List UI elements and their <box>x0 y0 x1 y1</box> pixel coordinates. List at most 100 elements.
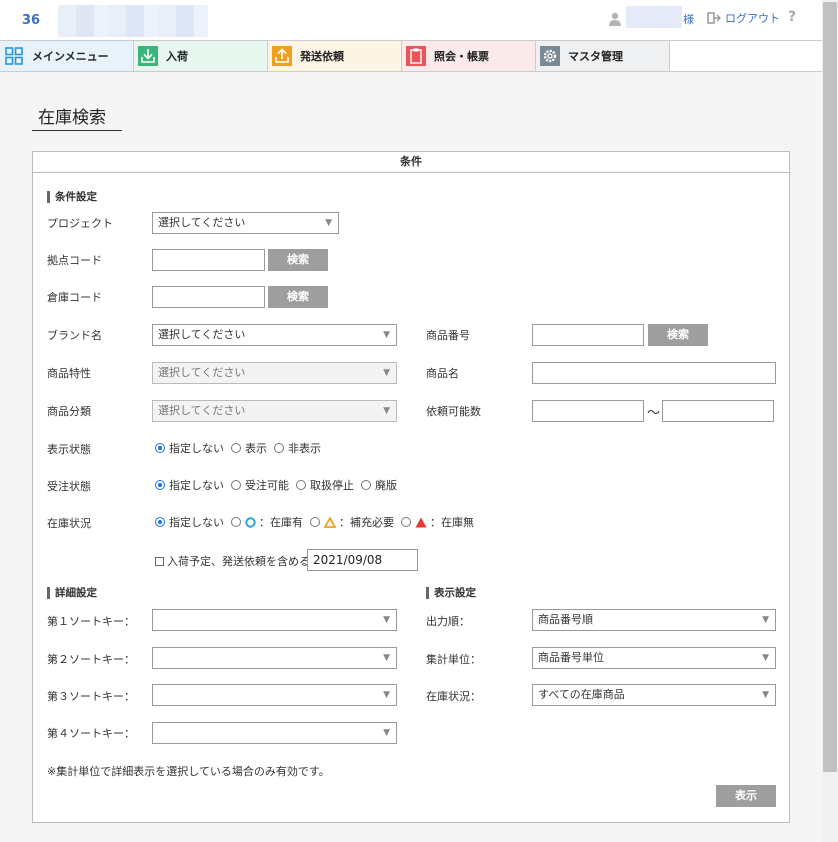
sort4-select[interactable]: ▼ <box>152 722 397 744</box>
request-qty-to-input[interactable] <box>662 400 774 422</box>
radio-dot <box>155 480 165 490</box>
user-name-redacted <box>626 6 682 28</box>
filled-triangle-icon <box>415 517 427 527</box>
sort4-label: 第４ソートキー： <box>47 727 135 740</box>
scrollbar-thumb[interactable] <box>823 2 837 772</box>
output-order-label: 出力順： <box>426 615 470 628</box>
nav-label: 照会・帳票 <box>434 50 489 63</box>
display-stock-select[interactable]: すべての在庫商品 ▼ <box>532 684 776 706</box>
chevron-down-icon: ▼ <box>383 330 390 340</box>
product-no-label: 商品番号 <box>426 329 470 342</box>
base-code-search-button[interactable]: 検索 <box>268 249 328 271</box>
product-no-input[interactable] <box>532 324 644 346</box>
aggregate-unit-select[interactable]: 商品番号単位 ▼ <box>532 647 776 669</box>
brand-select-value: 選択してください <box>158 328 246 341</box>
radio-label: 表示 <box>245 442 267 455</box>
project-select[interactable]: 選択してください ▼ <box>152 212 339 234</box>
stock-state-in-stock[interactable]: ：在庫有 <box>231 514 303 530</box>
grid-icon <box>4 46 24 66</box>
nav-label: メインメニュー <box>32 50 109 63</box>
honorific: 様 <box>683 13 694 26</box>
nav-label: 発送依頼 <box>300 50 344 63</box>
radio-label: 指定しない <box>169 442 224 455</box>
order-state-orderable[interactable]: 受注可能 <box>231 477 289 493</box>
user-icon <box>609 12 621 26</box>
nav-label: マスタ管理 <box>568 50 623 63</box>
aggregate-unit-value: 商品番号単位 <box>538 651 604 664</box>
sort2-select[interactable]: ▼ <box>152 647 397 669</box>
nav-shipping-request[interactable]: 発送依頼 <box>268 41 402 71</box>
checkbox-box <box>155 556 164 566</box>
radio-dot <box>310 517 320 527</box>
category-select[interactable]: 選択してください ▼ <box>152 400 397 422</box>
category-label: 商品分類 <box>47 405 91 418</box>
order-state-label: 受注状態 <box>47 480 91 493</box>
feature-select[interactable]: 選択してください ▼ <box>152 362 397 384</box>
warehouse-code-input[interactable] <box>152 286 265 308</box>
output-order-select[interactable]: 商品番号順 ▼ <box>532 609 776 631</box>
include-label: 入荷予定、発送依頼を含める <box>167 555 310 568</box>
category-select-value: 選択してください <box>158 404 246 417</box>
nav-inquiry-reports[interactable]: 照会・帳票 <box>402 41 536 71</box>
radio-label: 非表示 <box>288 442 321 455</box>
logout-icon <box>707 12 721 24</box>
radio-dot <box>155 443 165 453</box>
aggregate-unit-label: 集計単位： <box>426 653 481 666</box>
show-button[interactable]: 表示 <box>716 785 776 807</box>
sort3-select[interactable]: ▼ <box>152 684 397 706</box>
base-code-input[interactable] <box>152 249 265 271</box>
product-no-search-button[interactable]: 検索 <box>648 324 708 346</box>
radio-dot <box>401 517 411 527</box>
nav-label: 入荷 <box>166 50 188 63</box>
radio-label: 指定しない <box>169 479 224 492</box>
radio-dot <box>231 480 241 490</box>
include-date-input[interactable]: 2021/09/08 <box>307 549 418 571</box>
help-icon[interactable]: ? <box>788 9 796 25</box>
product-name-input[interactable] <box>532 362 776 384</box>
chevron-down-icon: ▼ <box>762 690 769 700</box>
logout-link[interactable]: ログアウト <box>707 10 780 26</box>
page-title: 在庫検索 <box>32 103 122 131</box>
sort3-label: 第３ソートキー： <box>47 690 135 703</box>
chevron-down-icon: ▼ <box>383 368 390 378</box>
nav-master-management[interactable]: マスタ管理 <box>536 41 670 71</box>
radio-dot <box>296 480 306 490</box>
sort1-select[interactable]: ▼ <box>152 609 397 631</box>
chevron-down-icon: ▼ <box>383 615 390 625</box>
order-state-discontinued[interactable]: 廃版 <box>361 477 397 493</box>
brand-select[interactable]: 選択してください ▼ <box>152 324 397 346</box>
request-qty-label: 依頼可能数 <box>426 405 481 418</box>
gear-icon <box>540 46 560 66</box>
panel-title: 条件 <box>33 152 789 173</box>
radio-label: ：在庫無 <box>430 516 474 529</box>
stock-state-radios: 指定しない ：在庫有 ：補充必要 ：在庫無 <box>155 514 481 530</box>
chevron-down-icon: ▼ <box>383 690 390 700</box>
chevron-down-icon: ▼ <box>325 218 332 228</box>
section-display: 表示設定 <box>426 587 476 599</box>
radio-dot <box>155 517 165 527</box>
radio-label: 受注可能 <box>245 479 289 492</box>
range-separator: ～ <box>647 406 661 421</box>
display-state-unspecified[interactable]: 指定しない <box>155 440 224 456</box>
radio-label: 指定しない <box>169 516 224 529</box>
brand-label: ブランド名 <box>47 329 102 342</box>
radio-dot <box>231 517 241 527</box>
clipboard-icon <box>406 46 426 66</box>
order-state-suspended[interactable]: 取扱停止 <box>296 477 354 493</box>
request-qty-from-input[interactable] <box>532 400 644 422</box>
display-state-hide[interactable]: 非表示 <box>274 440 321 456</box>
main-nav: メインメニュー 入荷 発送依頼 照会・帳票 マスタ管理 <box>0 40 822 72</box>
display-stock-label: 在庫状況： <box>426 690 481 703</box>
radio-label: ：在庫有 <box>259 516 303 529</box>
include-checkbox[interactable]: 入荷予定、発送依頼を含める <box>155 553 310 569</box>
stock-state-out-of-stock[interactable]: ：在庫無 <box>401 514 474 530</box>
display-state-label: 表示状態 <box>47 443 91 456</box>
stock-state-unspecified[interactable]: 指定しない <box>155 514 224 530</box>
stock-state-needs-restock[interactable]: ：補充必要 <box>310 514 394 530</box>
order-state-unspecified[interactable]: 指定しない <box>155 477 224 493</box>
nav-main-menu[interactable]: メインメニュー <box>0 41 134 71</box>
logout-label: ログアウト <box>725 12 780 25</box>
warehouse-code-search-button[interactable]: 検索 <box>268 286 328 308</box>
display-state-show[interactable]: 表示 <box>231 440 267 456</box>
nav-receiving[interactable]: 入荷 <box>134 41 268 71</box>
